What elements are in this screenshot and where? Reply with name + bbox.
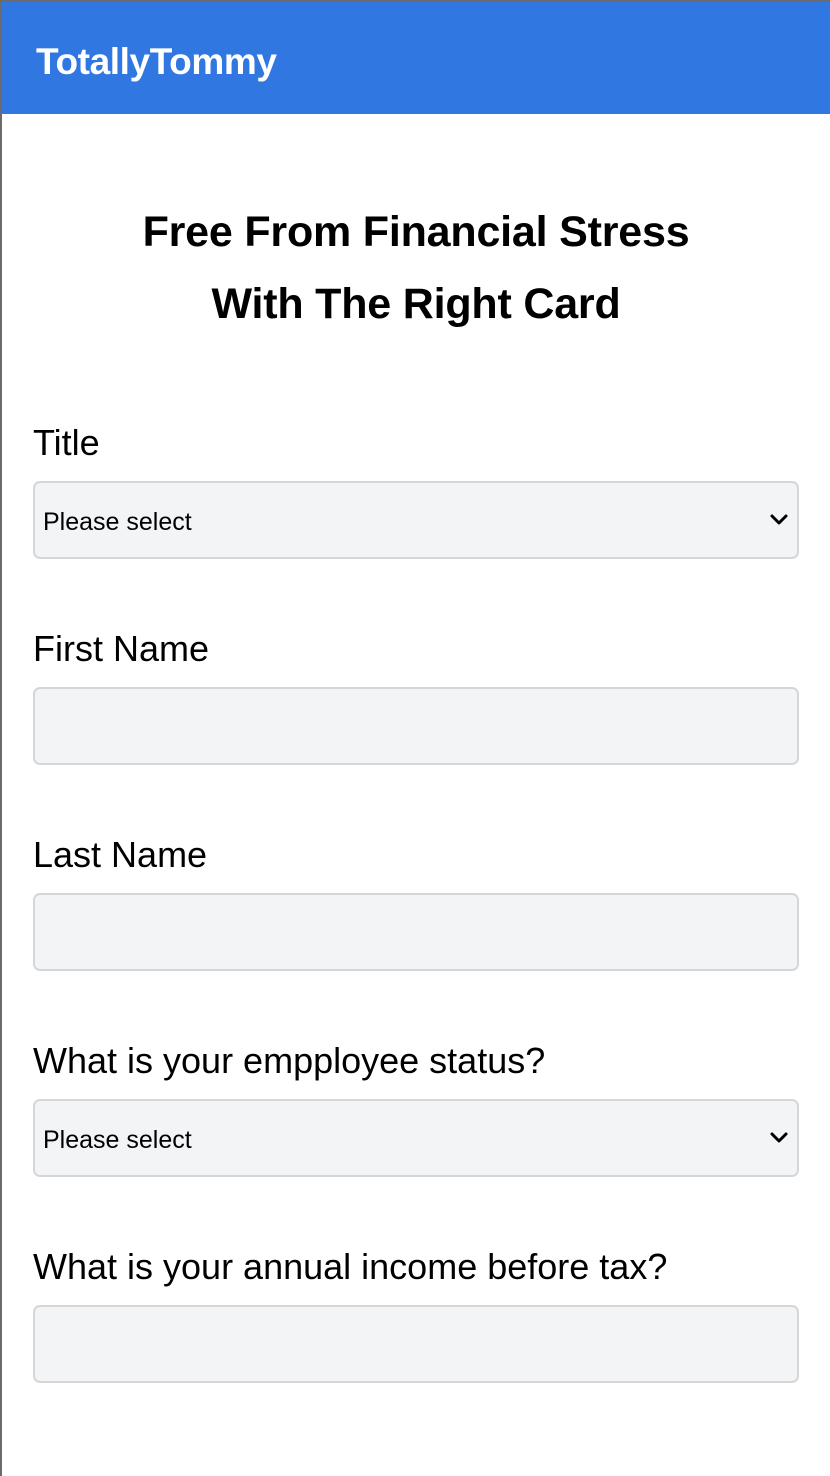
annual-income-label: What is your annual income before tax? bbox=[33, 1246, 668, 1287]
first-name-label: First Name bbox=[33, 628, 210, 669]
employee-status-select[interactable]: Please select bbox=[33, 1099, 799, 1177]
employee-status-label: What is your empployee status? bbox=[33, 1040, 546, 1081]
chevron-down-icon bbox=[770, 514, 788, 525]
chevron-down-icon bbox=[770, 1132, 788, 1143]
last-name-input[interactable] bbox=[33, 893, 799, 971]
page-title: Free From Financial Stress With The Righ… bbox=[2, 196, 830, 340]
annual-income-input[interactable] bbox=[33, 1305, 799, 1383]
page-title-line-2: With The Right Card bbox=[211, 280, 621, 328]
title-select[interactable]: Please select bbox=[33, 481, 799, 559]
brand-logo[interactable]: TotallyTommy bbox=[36, 38, 277, 86]
first-name-input[interactable] bbox=[33, 687, 799, 765]
page-title-line-1: Free From Financial Stress bbox=[142, 208, 690, 256]
title-select-value: Please select bbox=[43, 508, 192, 536]
last-name-label: Last Name bbox=[33, 834, 208, 875]
employee-status-select-value: Please select bbox=[43, 1126, 192, 1154]
title-label: Title bbox=[33, 422, 100, 463]
top-navbar: TotallyTommy bbox=[2, 2, 830, 114]
